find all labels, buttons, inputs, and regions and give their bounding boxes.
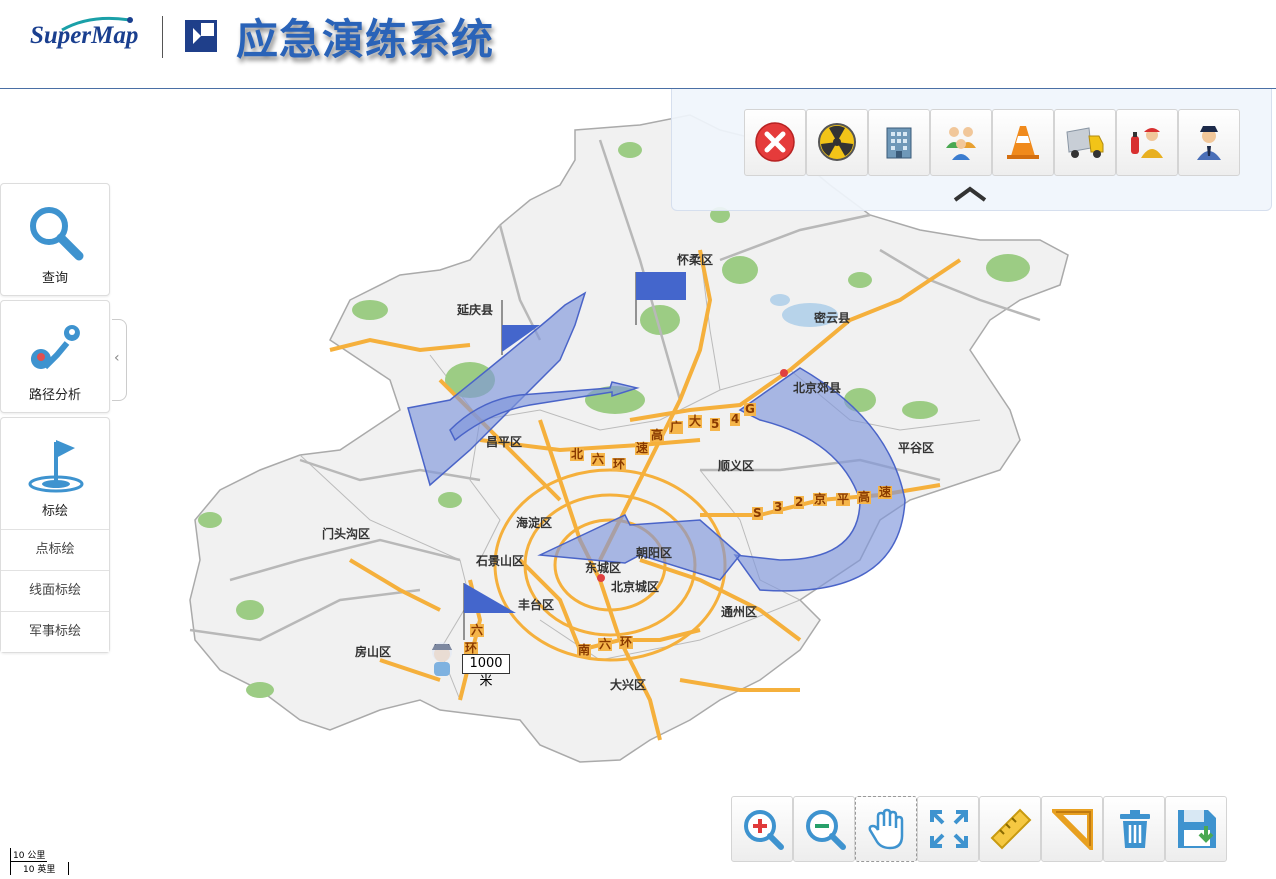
line-area-plot-item[interactable]: 线面标绘 [1,570,109,611]
police-icon [1197,126,1221,160]
military-plot-item[interactable]: 军事标绘 [1,611,109,652]
scale-mi: 10 英里 [10,862,69,875]
flag-plot-icon [28,440,84,493]
zoom-in-icon [744,810,784,850]
building-event-button[interactable] [868,109,930,176]
route-pin-icon [30,325,80,370]
truck-icon [1066,127,1104,158]
measure-distance-button[interactable] [979,796,1041,862]
road-label: 大 [688,414,703,428]
road-label: 南 [577,643,592,657]
full-extent-button[interactable] [917,796,979,862]
district-label: 东城区 [585,561,622,575]
road-label: 3 [773,500,784,514]
save-icon [1178,810,1216,848]
district-label: 海淀区 [516,516,553,530]
crowd-icon [946,127,976,160]
district-label: 顺义区 [718,459,755,473]
district-label: 昌平区 [486,435,523,449]
scale-measure-label: 1000米 [462,654,510,689]
zoom-out-button[interactable] [793,796,855,862]
road-label: G [744,402,756,416]
pan-hand-icon [868,808,904,850]
app-title: 应急演练系统 [236,15,495,64]
route-label: 路径分析 [28,388,81,403]
district-label: 北京城区 [611,580,660,594]
plot-label: 标绘 [41,504,68,519]
marker-dot [780,369,788,377]
scale-bar: 10 公里 10 英里 [10,848,69,875]
district-label: 北京郊县 [793,381,842,395]
district-label: 丰台区 [518,598,555,612]
road-label: 环 [612,457,627,471]
district-label: 朝阳区 [636,546,673,560]
query-label: 查询 [41,271,68,286]
traffic-cone-icon [1007,126,1039,159]
road-label: 高 [650,428,665,442]
chevron-up-icon[interactable] [953,186,987,202]
road-label: 速 [635,441,650,455]
point-plot-item[interactable]: 点标绘 [1,529,109,570]
radiation-event-button[interactable] [806,109,868,176]
firefighter-event-button[interactable] [1116,109,1178,176]
app-header: SuperMap 应急演练系统 [0,0,1276,89]
district-label: 门头沟区 [322,527,371,541]
close-event-button[interactable] [744,109,806,176]
road-label: 广 [669,420,684,434]
road-label: 六 [470,623,485,637]
beijing-boundary [189,114,1069,763]
zoom-in-button[interactable] [731,796,793,862]
logo-divider [162,16,163,58]
area-measure-icon [1052,809,1093,850]
district-label: 平谷区 [898,441,935,455]
query-tool[interactable]: 查询 [0,183,110,296]
police-event-button[interactable] [1178,109,1240,176]
road-label: 环 [619,635,634,649]
road-label: 平 [836,492,851,506]
road-label: 5 [710,417,721,431]
road-label: 2 [794,495,805,509]
radiation-icon [818,123,856,161]
measure-area-button[interactable] [1041,796,1103,862]
pan-button[interactable] [855,796,917,862]
district-label: 大兴区 [610,678,647,692]
app-logo-icon [185,20,217,52]
close-icon [755,122,795,162]
route-analysis-tool[interactable]: 路径分析 [0,300,110,413]
zoom-out-icon [806,810,846,850]
road-label: S [752,506,763,520]
road-label: 速 [878,485,893,499]
supermap-logo: SuperMap [30,22,139,49]
district-label: 房山区 [355,645,392,659]
road-label: 4 [730,412,741,426]
crowd-event-button[interactable] [930,109,992,176]
delete-icon [1120,810,1150,848]
scale-km: 10 公里 [10,848,47,862]
search-icon [30,207,84,261]
district-label: 延庆县 [457,303,494,317]
road-label: 北 [570,447,585,461]
chevron-left-icon: ‹ [114,350,120,366]
district-label: 密云县 [814,311,851,325]
full-extent-icon [930,810,968,848]
district-label: 怀柔区 [677,253,714,267]
ruler-icon [990,808,1032,850]
clear-button[interactable] [1103,796,1165,862]
police-marker-icon[interactable] [425,640,459,680]
panel-collapse-toggle[interactable]: ‹ [112,319,127,401]
road-label: 六 [598,637,613,651]
save-button[interactable] [1165,796,1227,862]
traffic-cone-event-button[interactable] [992,109,1054,176]
truck-event-button[interactable] [1054,109,1116,176]
road-label: 高 [857,490,872,504]
firefighter-icon [1131,128,1163,158]
building-icon [886,127,912,159]
district-label: 通州区 [721,605,758,619]
district-label: 石景山区 [476,554,525,568]
event-toolbar [671,89,1272,211]
road-label: 京 [813,492,828,506]
plot-tool[interactable]: 标绘 点标绘 线面标绘 军事标绘 [0,417,110,653]
road-label: 六 [591,452,606,466]
